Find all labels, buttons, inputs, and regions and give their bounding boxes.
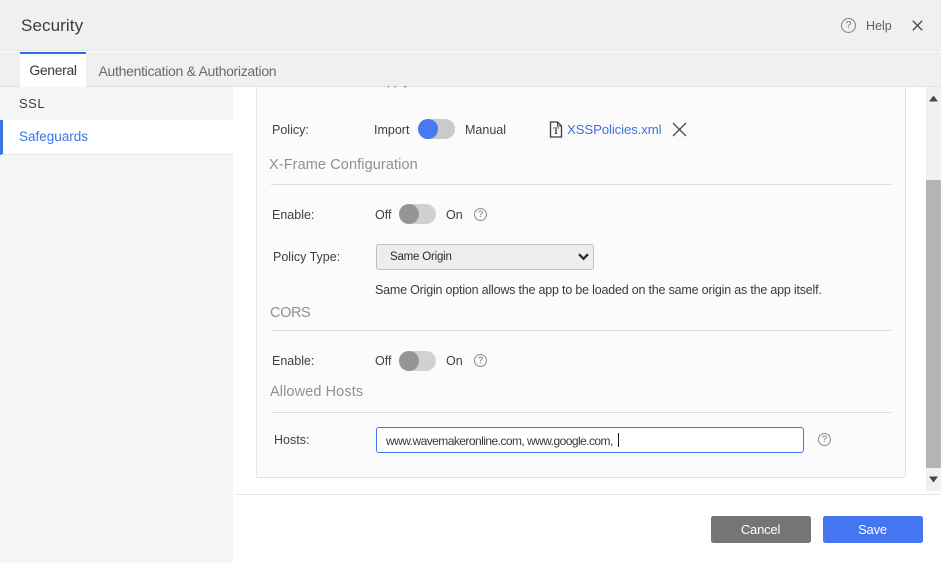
svg-text:T: T [553, 126, 559, 136]
